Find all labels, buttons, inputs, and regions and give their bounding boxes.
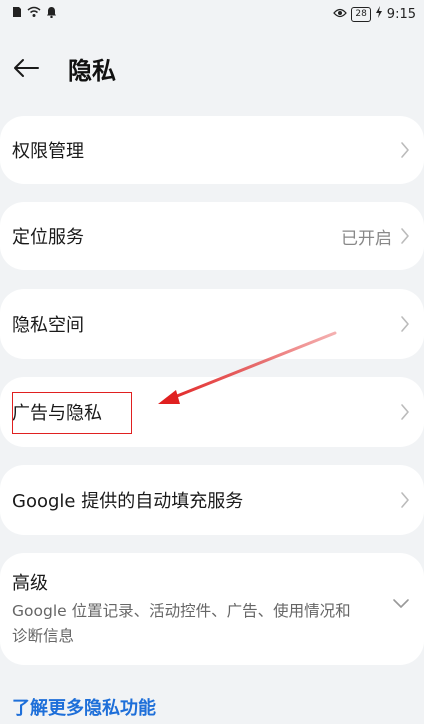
advanced-description: Google 位置记录、活动控件、广告、使用情况和诊断信息 — [12, 602, 351, 645]
chevron-right-icon — [400, 227, 410, 245]
battery-indicator: 28 — [351, 6, 371, 22]
arrow-left-icon — [14, 59, 39, 77]
back-button[interactable] — [8, 50, 44, 86]
chevron-right-icon — [400, 403, 410, 421]
eye-icon — [333, 7, 348, 22]
annotation-highlight-box — [12, 392, 132, 434]
status-bar: 28 9:15 — [0, 0, 424, 28]
status-right: 28 9:15 — [333, 6, 416, 22]
advanced-section[interactable]: 高级 Google 位置记录、活动控件、广告、使用情况和诊断信息 — [0, 553, 424, 665]
privacy-space-item[interactable]: 隐私空间 — [0, 289, 424, 359]
page-header: 隐私 — [0, 40, 424, 96]
learn-more-privacy-link[interactable]: 了解更多隐私功能 — [12, 694, 156, 720]
chevron-right-icon — [400, 141, 410, 159]
item-label: 定位服务 — [12, 227, 84, 248]
item-label: 隐私空间 — [12, 315, 84, 336]
sim-icon — [12, 6, 22, 22]
item-label: Google 提供的自动填充服务 — [12, 491, 244, 512]
location-services-item[interactable]: 定位服务 已开启 — [0, 202, 424, 270]
item-label: 权限管理 — [12, 141, 84, 162]
status-time: 9:15 — [386, 6, 416, 22]
permission-management-item[interactable]: 权限管理 — [0, 116, 424, 184]
item-status-value: 已开启 — [341, 228, 392, 249]
chevron-right-icon — [400, 315, 410, 333]
charging-bolt-icon — [375, 6, 383, 22]
chevron-down-icon — [392, 595, 410, 608]
notification-bell-icon — [46, 6, 57, 22]
google-autofill-item[interactable]: Google 提供的自动填充服务 — [0, 465, 424, 535]
page-title: 隐私 — [68, 56, 116, 85]
chevron-right-icon — [400, 491, 410, 509]
wifi-icon — [27, 6, 41, 22]
advanced-title: 高级 — [12, 573, 48, 594]
status-left — [12, 6, 57, 22]
